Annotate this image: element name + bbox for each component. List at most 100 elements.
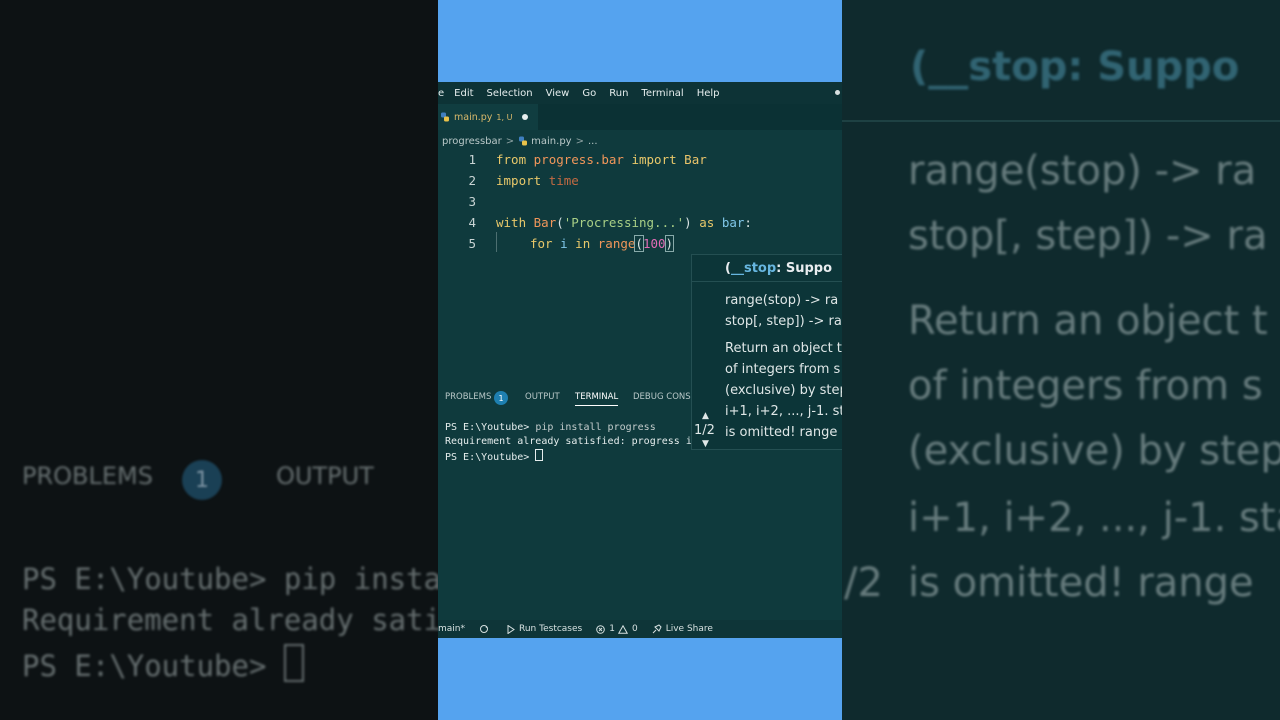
token-function: range <box>597 236 636 251</box>
warning-icon <box>617 624 628 634</box>
problems-count-badge: 1 <box>494 391 508 405</box>
breadcrumb-folder[interactable]: progressbar <box>442 136 502 147</box>
bg-terminal-line-1: PS E:\Youtube> pip insta <box>22 562 438 596</box>
background-right-zoom: (__stop: Suppo range(stop) -> ra stop[, … <box>842 0 1280 720</box>
code-line[interactable]: 3 <box>438 192 842 213</box>
menu-selection[interactable]: Selection <box>487 88 533 99</box>
doc-line: is omitted! range <box>725 425 838 440</box>
bg-problems-label: PROBLEMS <box>22 462 153 490</box>
breadcrumb-file[interactable]: main.py <box>531 136 571 147</box>
token-keyword: with <box>496 215 527 230</box>
terminal-output[interactable]: PS E:\Youtube> pip install progress Requ… <box>445 422 722 463</box>
token-keyword: for <box>530 236 553 251</box>
menu-bar: e Edit Selection View Go Run Terminal He… <box>438 82 842 104</box>
tab-status: 1, U <box>496 112 513 122</box>
tab-main-py[interactable]: main.py 1, U <box>438 104 538 130</box>
bg-doc-line-2: stop[, step]) -> ra <box>908 213 1268 259</box>
menu-file-partial[interactable]: e <box>438 88 444 99</box>
bg-output-label: OUTPUT <box>276 462 374 490</box>
token-string: 'Procressing...' <box>563 215 685 230</box>
code-line[interactable]: 4 with Bar('Procressing...') as bar: <box>438 213 842 234</box>
token-module: progress.bar <box>533 152 624 167</box>
terminal-line: PS E:\Youtube> <box>445 449 722 463</box>
bg-doc-line-7: is omitted! range <box>908 560 1254 606</box>
sync-icon[interactable] <box>479 624 493 634</box>
token-module: time <box>548 173 579 188</box>
token-variable: bar <box>721 215 745 230</box>
line-number: 3 <box>468 194 476 209</box>
bg-doc-line-4: of integers from s <box>908 363 1263 409</box>
token-colon: : <box>744 215 752 230</box>
parameter-hint-popup[interactable]: (__stop: Suppo range(stop) -> ra stop[, … <box>691 254 842 450</box>
bg-doc-line-5: (exclusive) by step <box>908 428 1280 474</box>
branch-indicator[interactable]: main* <box>438 624 465 634</box>
doc-line: (exclusive) by step <box>725 383 842 398</box>
run-testcases-button[interactable]: Run Testcases <box>507 624 582 634</box>
bg-terminal-line-3: PS E:\Youtube> <box>22 644 304 683</box>
token-number: 100 <box>642 236 666 251</box>
tab-bar: main.py 1, U <box>438 104 842 130</box>
menu-go[interactable]: Go <box>582 88 596 99</box>
bg-pager: /2 <box>844 560 883 606</box>
token-paren: ) <box>664 235 674 252</box>
tab-output[interactable]: OUTPUT <box>525 392 560 402</box>
token-class: Bar <box>684 152 707 167</box>
overload-pager: 1/2 <box>694 423 715 438</box>
warning-count: 0 <box>631 624 638 634</box>
python-icon <box>441 112 449 122</box>
video-frame: e Edit Selection View Go Run Terminal He… <box>438 0 842 720</box>
tab-debug-console[interactable]: DEBUG CONSO <box>633 392 697 402</box>
token-keyword: in <box>575 236 591 251</box>
token-paren: ( <box>634 235 644 252</box>
live-share-label: Live Share <box>665 624 713 634</box>
signature: (__stop: Suppo <box>725 261 833 276</box>
token-keyword: import <box>631 152 677 167</box>
python-icon <box>519 136 528 146</box>
problems-status[interactable]: 1 0 <box>596 624 638 634</box>
token-paren: ( <box>556 215 564 230</box>
vscode-window: e Edit Selection View Go Run Terminal He… <box>438 82 842 638</box>
line-number: 5 <box>468 236 476 251</box>
tab-problems[interactable]: PROBLEMS <box>445 392 491 402</box>
code-line-active[interactable]: 5 for i in range(100) <box>438 234 842 255</box>
bg-signature: (__stop: Suppo <box>910 44 1240 90</box>
bg-doc-line-6: i+1, i+2, ..., j-1. sta <box>908 495 1280 541</box>
menu-terminal[interactable]: Terminal <box>641 88 683 99</box>
line-number: 1 <box>468 152 476 167</box>
code-line[interactable]: 1 from progress.bar import Bar <box>438 150 842 171</box>
live-share-button[interactable]: Live Share <box>652 624 713 634</box>
terminal-cursor <box>535 449 544 461</box>
indent-guide <box>496 232 497 252</box>
bg-terminal-line-2: Requirement already sati <box>22 603 438 637</box>
error-icon <box>596 624 606 634</box>
run-testcases-label: Run Testcases <box>519 624 583 634</box>
live-share-icon <box>652 624 662 634</box>
tab-filename: main.py <box>454 111 493 123</box>
window-dot-icon <box>835 90 840 95</box>
error-count: 1 <box>609 624 615 634</box>
line-number: 4 <box>468 215 476 230</box>
play-icon <box>507 624 515 634</box>
doc-line: i+1, i+2, ..., j-1. sta <box>725 404 842 419</box>
breadcrumb-separator: > <box>505 135 515 147</box>
tab-terminal[interactable]: TERMINAL <box>575 392 619 406</box>
breadcrumb-separator: > <box>575 135 584 147</box>
bg-problems-badge: 1 <box>182 460 222 500</box>
token-keyword: as <box>699 215 715 230</box>
menu-view[interactable]: View <box>546 88 570 99</box>
bg-doc-line-3: Return an object t <box>908 298 1268 344</box>
terminal-line: Requirement already satisfied: progress … <box>445 435 722 447</box>
menu-help[interactable]: Help <box>697 88 720 99</box>
token-paren: ) <box>684 215 692 230</box>
line-number: 2 <box>468 173 476 188</box>
breadcrumb: progressbar > main.py > ... <box>442 134 598 148</box>
menu-run[interactable]: Run <box>609 88 628 99</box>
text-cursor <box>673 236 675 250</box>
doc-line: stop[, step]) -> ra <box>725 314 842 329</box>
chevron-down-icon[interactable]: ▼ <box>702 439 709 449</box>
menu-edit[interactable]: Edit <box>454 88 473 99</box>
code-line[interactable]: 2 import time <box>438 171 842 192</box>
breadcrumb-more[interactable]: ... <box>588 136 598 147</box>
doc-line: range(stop) -> ra <box>725 293 839 308</box>
chevron-up-icon[interactable]: ▲ <box>702 411 709 421</box>
